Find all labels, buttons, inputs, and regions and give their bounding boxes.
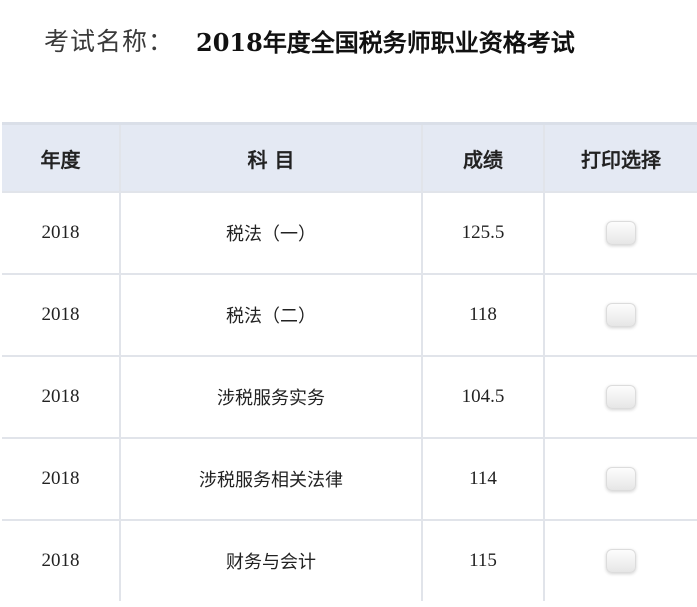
table-row: 2018 税法（一） 125.5: [2, 192, 697, 275]
table-row: 2018 税法（二） 118: [2, 274, 697, 357]
header-score: 成绩: [422, 122, 545, 193]
print-select-cell: [544, 192, 697, 275]
table-row: 2018 涉税服务实务 104.5: [2, 356, 697, 439]
year-cell: 2018: [2, 274, 121, 357]
print-select-cell: [544, 274, 697, 357]
score-table: 年度 科 目 成绩 打印选择 2018 税法（一） 125.5 2018 税法（…: [2, 122, 697, 601]
header-print-select: 打印选择: [544, 122, 697, 193]
table-row: 2018 涉税服务相关法律 114: [2, 438, 697, 521]
print-checkbox[interactable]: [606, 221, 636, 245]
year-cell: 2018: [2, 520, 121, 601]
header-year: 年度: [2, 122, 121, 193]
score-cell: 118: [422, 274, 545, 357]
print-select-cell: [544, 438, 697, 521]
score-cell: 125.5: [422, 192, 545, 275]
header-subject: 科 目: [120, 122, 423, 193]
year-cell: 2018: [2, 438, 121, 521]
print-checkbox[interactable]: [606, 385, 636, 409]
table-row: 2018 财务与会计 115: [2, 520, 697, 601]
subject-cell: 涉税服务实务: [120, 356, 423, 439]
print-checkbox[interactable]: [606, 549, 636, 573]
exam-name-label: 考试名称：: [44, 27, 175, 56]
exam-header: 考试名称： 2018年度全国税务师职业资格考试: [44, 22, 575, 58]
year-cell: 2018: [2, 192, 121, 275]
score-cell: 115: [422, 520, 545, 601]
year-cell: 2018: [2, 356, 121, 439]
subject-cell: 税法（二）: [120, 274, 423, 357]
score-cell: 104.5: [422, 356, 545, 439]
print-checkbox[interactable]: [606, 467, 636, 491]
subject-cell: 税法（一）: [120, 192, 423, 275]
score-table-body: 2018 税法（一） 125.5 2018 税法（二） 118 2018 涉税服…: [2, 192, 697, 601]
exam-name-value: 2018年度全国税务师职业资格考试: [196, 27, 575, 57]
score-table-header: 年度 科 目 成绩 打印选择: [2, 122, 697, 193]
subject-cell: 财务与会计: [120, 520, 423, 601]
print-select-cell: [544, 520, 697, 601]
header-row: 年度 科 目 成绩 打印选择: [2, 122, 697, 193]
subject-cell: 涉税服务相关法律: [120, 438, 423, 521]
print-select-cell: [544, 356, 697, 439]
print-checkbox[interactable]: [606, 303, 636, 327]
score-cell: 114: [422, 438, 545, 521]
